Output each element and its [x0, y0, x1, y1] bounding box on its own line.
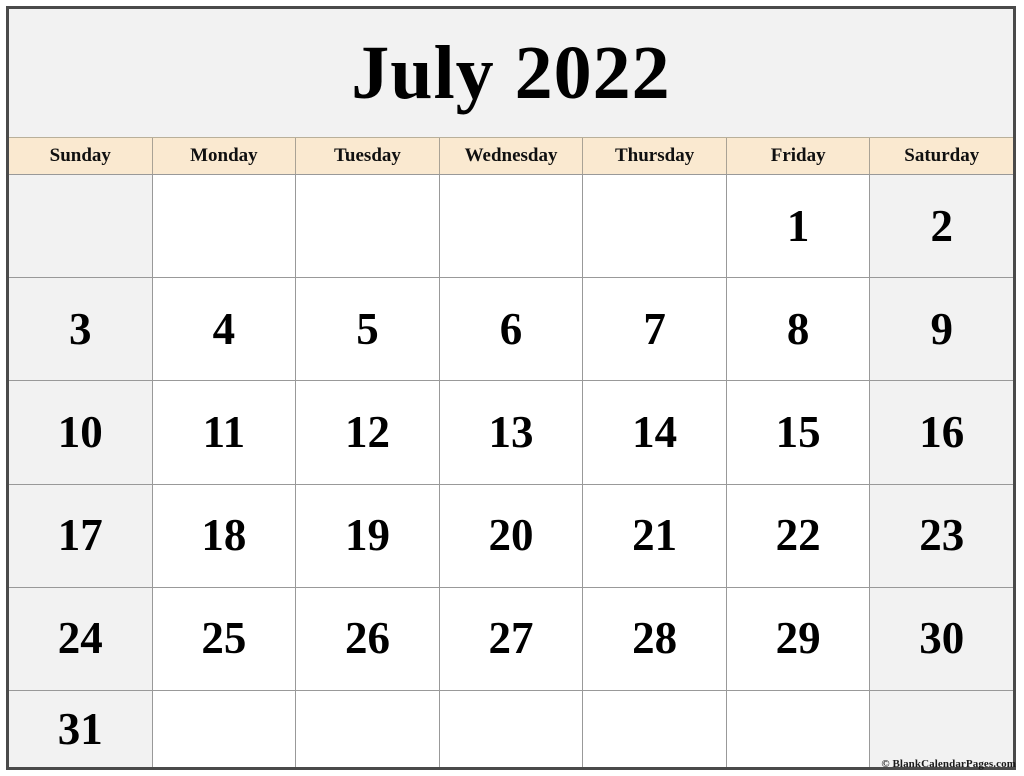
day-cell-empty [870, 691, 1014, 768]
day-cell[interactable]: 25 [152, 587, 297, 691]
week-row: 17 18 19 20 21 22 23 [9, 484, 1014, 588]
day-number: 19 [344, 510, 390, 561]
day-cell[interactable]: 17 [9, 484, 153, 587]
day-cell[interactable]: 14 [583, 381, 727, 484]
weekday-header-tuesday: Tuesday [296, 138, 440, 174]
day-number: 18 [201, 510, 247, 561]
day-number: 7 [643, 303, 666, 354]
day-cell[interactable]: 13 [439, 381, 584, 484]
day-cell[interactable]: 23 [870, 484, 1014, 587]
day-cell[interactable]: 24 [9, 587, 153, 691]
day-number: 11 [202, 407, 246, 457]
day-number: 20 [488, 510, 534, 561]
day-number: 27 [488, 613, 534, 664]
day-cell-empty [726, 691, 871, 768]
day-number: 2 [930, 200, 954, 251]
weekday-header-wednesday: Wednesday [440, 138, 584, 174]
day-cell-empty [583, 175, 727, 278]
weekday-header-saturday: Saturday [904, 145, 980, 166]
day-cell-empty [152, 691, 297, 768]
day-number: 8 [786, 303, 810, 354]
day-number: 15 [775, 407, 821, 457]
weekday-header-friday: Friday [727, 138, 871, 174]
day-cell[interactable]: 2 [870, 175, 1014, 278]
day-number: 5 [356, 303, 379, 354]
day-cell-empty [439, 691, 584, 768]
week-row: 10 11 12 13 14 15 16 [9, 381, 1014, 485]
day-number: 26 [344, 613, 390, 664]
day-cell[interactable]: 5 [296, 278, 440, 381]
day-number: 23 [919, 510, 965, 561]
week-row: 12 [9, 175, 1014, 279]
day-cell-empty [296, 691, 440, 768]
day-cell[interactable]: 19 [296, 484, 440, 587]
day-number: 13 [488, 407, 534, 457]
day-number: 9 [930, 303, 954, 354]
day-cell[interactable]: 31 [9, 691, 153, 768]
day-number: 22 [775, 510, 821, 561]
day-cell[interactable]: 4 [152, 278, 297, 381]
day-number: 14 [632, 407, 678, 457]
day-cell[interactable]: 10 [9, 381, 153, 484]
day-cell[interactable]: 20 [439, 484, 584, 587]
week-row: 24 25 26 27 28 29 30 [9, 587, 1014, 692]
day-number: 12 [344, 407, 390, 457]
week-row: 3 4 5 6 7 8 9 [9, 278, 1014, 382]
day-cell[interactable]: 6 [439, 278, 584, 381]
day-cell[interactable]: 28 [583, 587, 727, 691]
day-cell[interactable]: 3 [9, 278, 153, 381]
day-number: 30 [919, 613, 965, 664]
day-number: 1 [786, 200, 810, 251]
weekday-header-thursday: Thursday [583, 138, 727, 174]
calendar-page: July 2022 Sunday Monday Tuesday Wednesday Th… [0, 0, 1024, 776]
day-cell-empty [9, 175, 153, 278]
page-title: July 2022 [351, 31, 671, 115]
week-row: 31 [9, 691, 1014, 768]
day-cell-empty [583, 691, 727, 768]
date-grid: 1 2 3 4 5 6 7 8 9 10 11 12 13 14 15 16 17 18 19 20 21 22 23 24 2… [9, 175, 1014, 768]
day-cell[interactable]: 8 [726, 278, 871, 381]
day-cell[interactable]: 27 [439, 587, 584, 691]
day-number: 10 [57, 407, 103, 457]
day-number: 17 [57, 510, 103, 561]
day-cell[interactable]: 26 [296, 587, 440, 691]
day-cell[interactable]: 22 [726, 484, 871, 587]
day-cell[interactable]: 11 [152, 381, 297, 484]
day-number: 29 [775, 613, 821, 664]
weekday-header-sunday: Sunday [9, 138, 153, 174]
day-cell[interactable]: 30 [870, 587, 1014, 691]
day-cell-empty [439, 175, 584, 278]
day-cell[interactable]: 21 [583, 484, 727, 587]
day-number: 16 [919, 407, 965, 457]
calendar-frame: July 2022 Sunday Monday Tuesday Wednesday Th… [6, 6, 1016, 770]
day-number: 25 [201, 613, 247, 664]
day-cell-empty [152, 175, 297, 278]
day-cell-empty [296, 175, 440, 278]
day-number: 4 [212, 303, 236, 354]
day-cell[interactable]: 18 [152, 484, 297, 587]
day-cell[interactable]: 29 [726, 587, 871, 691]
day-number: 21 [632, 510, 678, 561]
day-cell[interactable]: 1 [726, 175, 871, 278]
day-number: 28 [632, 613, 678, 664]
day-cell[interactable]: 7 [583, 278, 727, 381]
footer-credit: © BlankCalendarPages.com [881, 758, 1016, 770]
weekday-header-monday: Monday [153, 138, 297, 174]
day-cell[interactable]: 15 [726, 381, 871, 484]
day-number: 31 [57, 703, 103, 754]
day-number: 6 [499, 303, 523, 354]
day-cell[interactable]: 9 [870, 278, 1014, 381]
calendar-title-band: July 2022 [9, 9, 1013, 138]
weekday-header-row: Sunday Monday Tuesday Wednesday Thursday Frid… [9, 138, 1013, 175]
day-cell[interactable]: 12 [296, 381, 440, 484]
day-number: 24 [57, 613, 103, 664]
day-number: 3 [69, 303, 92, 354]
day-cell[interactable]: 16 [870, 381, 1014, 484]
